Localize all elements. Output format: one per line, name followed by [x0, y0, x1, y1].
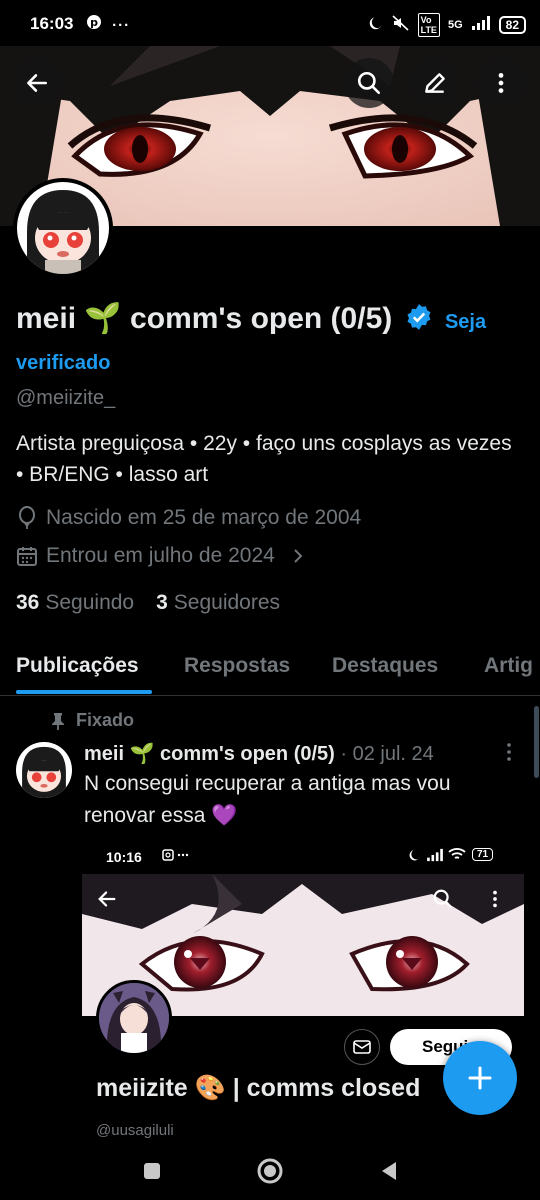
embed-back-icon [96, 888, 118, 915]
post-author[interactable]: meii 🌱 comm's open (0/5) [84, 743, 335, 765]
embed-more-icon [484, 888, 506, 915]
status-bar: 16:03 p ··· Vo LTE 5G 82 [0, 0, 540, 46]
embed-signal-icon [426, 848, 444, 865]
network-label: 5G [447, 19, 463, 31]
embed-profile-handle: @uusagiluli [96, 1122, 174, 1139]
profile-avatar[interactable] [13, 178, 113, 278]
post-avatar[interactable] [16, 742, 72, 798]
followers-label: Seguidores [173, 591, 281, 614]
home-circle-icon [257, 1158, 283, 1184]
dnd-moon-icon [368, 15, 384, 35]
embed-status-bar: 10:16 71 [82, 838, 524, 874]
active-tab-indicator [16, 690, 152, 694]
verified-badge-icon [405, 303, 433, 341]
more-button[interactable] [476, 58, 526, 108]
tab-respostas[interactable]: Respostas [184, 654, 290, 678]
embed-wifi-icon [448, 847, 466, 864]
post-text: N consegui recuperar a antiga mas vou re… [84, 772, 451, 827]
plus-icon [468, 1066, 492, 1090]
tab-destaques[interactable]: Destaques [332, 654, 438, 678]
balloon-icon [19, 506, 35, 529]
embed-battery-icon: 71 [472, 848, 494, 861]
embed-message-icon [344, 1029, 380, 1065]
search-icon [357, 71, 381, 95]
chevron-right-icon [294, 549, 303, 563]
birth-text: Nascido em 25 de março de 2004 [46, 506, 362, 529]
post-more-button[interactable] [506, 742, 512, 768]
birth-row: Nascido em 25 de março de 2004 [16, 506, 361, 530]
more-vertical-icon [507, 743, 511, 761]
signal-icon [471, 15, 491, 35]
back-nav-button[interactable] [374, 1156, 404, 1186]
recents-square-icon [144, 1163, 160, 1179]
profile-handle: @meiizite_ [16, 387, 116, 409]
back-button[interactable] [12, 58, 62, 108]
mute-icon [392, 15, 410, 35]
followers-count: 3 [156, 591, 168, 614]
embed-notification-icons [162, 848, 190, 865]
joined-text: Entrou em julho de 2024 [46, 544, 275, 567]
volte-icon: Vo LTE [417, 13, 440, 37]
pinterest-notification-icon: p ··· [86, 14, 130, 34]
compose-post-button[interactable] [443, 1041, 517, 1115]
pinned-label: Fixado [76, 710, 135, 730]
post-date[interactable]: · 02 jul. 24 [340, 743, 433, 765]
embed-moon-icon [408, 848, 422, 865]
pinned-label-row: Fixado [50, 710, 134, 731]
profile-name-block: meii 🌱 comm's open (0/5) Seja verificado [16, 300, 526, 382]
more-vertical-icon [498, 73, 504, 93]
profile-name: meii 🌱 comm's open (0/5) [16, 302, 393, 335]
scrollbar[interactable] [534, 706, 539, 778]
status-time: 16:03 [30, 14, 74, 33]
pencil-icon [425, 73, 445, 93]
edit-button[interactable] [410, 58, 460, 108]
embed-profile-name: meiizite 🎨 | comms closed [96, 1074, 421, 1102]
followers-link[interactable]: 3 Seguidores [156, 591, 280, 615]
following-label: Seguindo [45, 591, 135, 614]
home-button[interactable] [255, 1156, 285, 1186]
tab-artigos[interactable]: Artig [484, 654, 533, 678]
embed-search-icon [432, 888, 454, 915]
joined-row[interactable]: Entrou em julho de 2024 [16, 544, 305, 568]
recents-button[interactable] [137, 1156, 167, 1186]
profile-bio: Artista preguiçosa • 22y • faço uns cosp… [16, 432, 512, 486]
follow-stats: 36 Seguindo 3 Seguidores [16, 591, 280, 615]
following-link[interactable]: 36 Seguindo [16, 591, 134, 615]
profile-tabs: Publicações Respostas Destaques Artig [0, 640, 540, 696]
following-count: 36 [16, 591, 40, 614]
back-triangle-icon [382, 1162, 396, 1180]
embed-time: 10:16 [106, 849, 142, 865]
calendar-icon [17, 547, 37, 566]
svg-text:p: p [90, 16, 98, 29]
system-navigation-bar [0, 1142, 540, 1200]
tab-publicacoes[interactable]: Publicações [16, 654, 139, 678]
search-button[interactable] [344, 58, 394, 108]
embed-avatar [96, 980, 172, 1056]
pin-icon [52, 712, 64, 730]
back-arrow-icon [27, 74, 47, 92]
post-header: meii 🌱 comm's open (0/5) · 02 jul. 24 [84, 741, 434, 766]
battery-icon: 82 [498, 16, 526, 34]
